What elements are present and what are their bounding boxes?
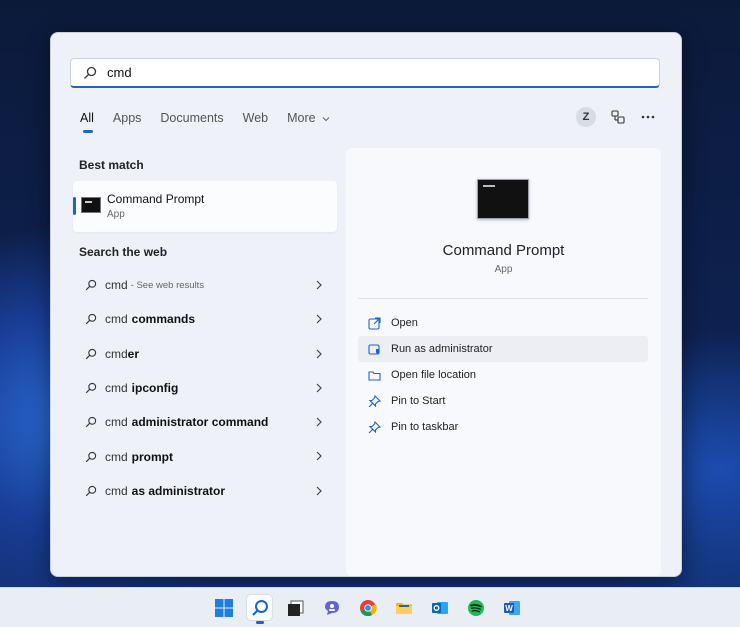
chat-icon[interactable] bbox=[319, 595, 344, 620]
action-label: Run as administrator bbox=[391, 343, 493, 355]
web-result-item[interactable]: cmd as administrator bbox=[73, 474, 337, 508]
action-label: Open file location bbox=[391, 369, 476, 381]
search-icon bbox=[85, 382, 97, 394]
web-result-suggestion: as administrator bbox=[131, 483, 226, 498]
search-icon bbox=[85, 485, 97, 497]
svg-text:W: W bbox=[505, 604, 513, 613]
preview-actions: Open Run as administrator Open file loca… bbox=[358, 310, 648, 440]
web-result-suggestion: administrator command bbox=[131, 415, 269, 430]
web-result-item[interactable]: cmd - See web results bbox=[73, 268, 337, 302]
search-icon bbox=[84, 66, 97, 79]
web-result-query: cmd bbox=[105, 483, 128, 498]
web-result-item[interactable]: cmd prompt bbox=[73, 439, 337, 473]
web-result-query: cmd bbox=[105, 278, 128, 293]
command-prompt-icon bbox=[477, 179, 529, 219]
tab-web[interactable]: Web bbox=[243, 111, 268, 125]
taskbar-apps: W bbox=[211, 595, 535, 624]
shield-admin-icon bbox=[368, 343, 380, 355]
best-match-subtitle: App bbox=[107, 209, 125, 220]
chevron-right-icon bbox=[316, 452, 322, 461]
chrome-icon[interactable] bbox=[355, 595, 380, 620]
best-match-result[interactable]: Command Prompt App bbox=[73, 181, 337, 232]
web-result-suggestion: er bbox=[127, 346, 140, 361]
web-result-suggestion: ipconfig bbox=[131, 381, 179, 396]
windows-start-icon[interactable] bbox=[211, 595, 236, 620]
web-result-item[interactable]: cmd commands bbox=[73, 302, 337, 336]
file-explorer-icon[interactable] bbox=[391, 595, 416, 620]
chevron-right-icon bbox=[316, 383, 322, 393]
preview-pane: Command Prompt App Open Run as administr… bbox=[346, 148, 661, 576]
device-link-icon[interactable] bbox=[610, 109, 626, 125]
chevron-right-icon bbox=[316, 314, 322, 324]
preview-title: Command Prompt bbox=[442, 242, 565, 259]
web-result-query: cmd bbox=[105, 312, 128, 327]
folder-icon bbox=[368, 370, 381, 381]
search-icon bbox=[85, 417, 97, 428]
web-result-query: cmd bbox=[105, 415, 128, 430]
web-result-item[interactable]: cmd administrator command bbox=[73, 405, 337, 439]
web-result-suggestion: prompt bbox=[131, 449, 173, 464]
action-label: Open bbox=[391, 317, 418, 329]
start-search-panel: All Apps Documents Web More Z Best matc bbox=[50, 32, 682, 577]
chevron-right-icon bbox=[316, 486, 322, 496]
tab-documents[interactable]: Documents bbox=[160, 111, 223, 125]
action-open-file-location[interactable]: Open file location bbox=[358, 362, 648, 388]
account-avatar[interactable]: Z bbox=[576, 107, 596, 127]
web-result-hint: - See web results bbox=[130, 279, 205, 291]
tab-more[interactable]: More bbox=[287, 111, 330, 125]
pin-icon bbox=[368, 394, 381, 407]
web-result-item[interactable]: cmd ipconfig bbox=[73, 371, 337, 405]
preview-subtitle: App bbox=[494, 264, 513, 275]
web-result-query: cmd bbox=[105, 449, 128, 464]
web-result-query: cmd bbox=[105, 381, 128, 396]
web-results-list: cmd - See web results cmd commands cmd e… bbox=[73, 268, 337, 508]
search-box[interactable] bbox=[70, 58, 660, 88]
search-icon[interactable] bbox=[247, 595, 272, 624]
web-result-item[interactable]: cmd er bbox=[73, 337, 337, 371]
tab-all[interactable]: All bbox=[80, 111, 94, 133]
spotify-icon[interactable] bbox=[463, 595, 488, 620]
filter-tabs: All Apps Documents Web More bbox=[80, 111, 349, 133]
open-icon bbox=[368, 316, 381, 330]
divider bbox=[358, 298, 648, 299]
web-result-suggestion: commands bbox=[131, 312, 196, 327]
best-match-title: Command Prompt bbox=[107, 192, 205, 206]
taskbar: W bbox=[0, 587, 740, 627]
search-icon bbox=[85, 348, 97, 359]
search-icon bbox=[85, 451, 97, 462]
selection-indicator bbox=[73, 197, 76, 215]
action-pin-to-taskbar[interactable]: Pin to taskbar bbox=[358, 414, 648, 440]
search-input[interactable] bbox=[105, 64, 609, 81]
chevron-right-icon bbox=[316, 349, 322, 359]
web-result-query: cmd bbox=[105, 346, 128, 361]
pin-icon bbox=[368, 420, 381, 433]
action-open[interactable]: Open bbox=[358, 310, 648, 336]
best-match-heading: Best match bbox=[79, 158, 144, 172]
action-pin-to-start[interactable]: Pin to Start bbox=[358, 388, 648, 414]
header-tools: Z bbox=[576, 107, 656, 127]
tab-apps[interactable]: Apps bbox=[113, 111, 142, 125]
action-label: Pin to taskbar bbox=[391, 421, 459, 433]
tab-more-label: More bbox=[287, 111, 316, 125]
word-icon[interactable]: W bbox=[499, 595, 524, 620]
chevron-right-icon bbox=[316, 280, 322, 290]
action-label: Pin to Start bbox=[391, 395, 446, 407]
search-web-heading: Search the web bbox=[79, 245, 168, 259]
action-run-as-admin[interactable]: Run as administrator bbox=[358, 336, 648, 362]
chevron-right-icon bbox=[316, 417, 322, 427]
task-view-icon[interactable] bbox=[283, 595, 308, 620]
search-icon bbox=[85, 279, 97, 291]
command-prompt-icon bbox=[81, 197, 101, 213]
outlook-icon[interactable] bbox=[427, 595, 452, 620]
chevron-down-icon bbox=[322, 116, 330, 121]
search-icon bbox=[85, 314, 97, 325]
more-options-icon[interactable] bbox=[640, 109, 656, 125]
